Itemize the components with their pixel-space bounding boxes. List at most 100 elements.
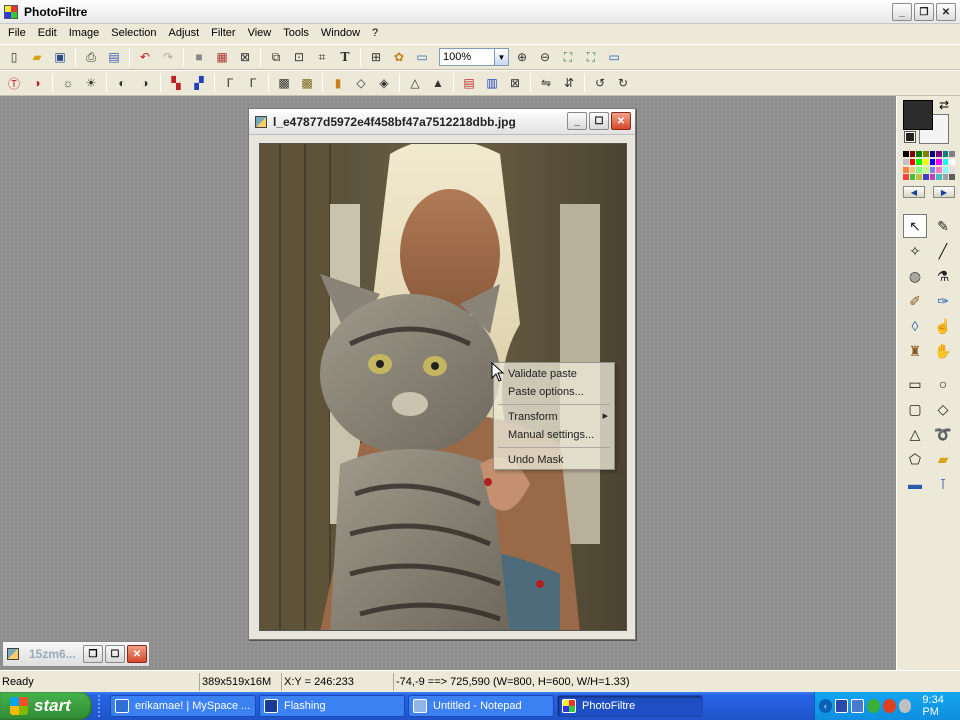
- palette-prev-icon[interactable]: ◀: [903, 186, 925, 198]
- line-tool-icon[interactable]: ╱: [931, 239, 955, 263]
- undo-icon[interactable]: ↶: [135, 47, 155, 67]
- filter-icon[interactable]: ▮: [328, 73, 348, 93]
- auto-contrast-icon[interactable]: ◑: [27, 73, 47, 93]
- menu-selection[interactable]: Selection: [105, 24, 162, 43]
- hand-tool-icon[interactable]: ✋: [931, 339, 955, 363]
- swatch[interactable]: [916, 166, 922, 173]
- rotate-left-icon[interactable]: ↺: [590, 73, 610, 93]
- minimize-button[interactable]: _: [892, 3, 912, 21]
- gradient-icon[interactable]: ▤: [459, 73, 479, 93]
- open-folder-icon[interactable]: ▰: [27, 47, 47, 67]
- crop-icon[interactable]: ⌗: [312, 47, 332, 67]
- swatch[interactable]: [936, 166, 942, 173]
- restore-button[interactable]: ❐: [83, 645, 103, 663]
- menu-image[interactable]: Image: [63, 24, 106, 43]
- swatch[interactable]: [916, 158, 922, 165]
- zoom-select[interactable]: 100% ▼: [439, 48, 509, 66]
- auto-levels-icon[interactable]: Ⓣ: [4, 73, 24, 93]
- text-frame-icon[interactable]: ⧉: [266, 47, 286, 67]
- zoom-in-icon[interactable]: ⊕: [512, 47, 532, 67]
- plugin-icon[interactable]: ✿: [389, 47, 409, 67]
- menu-view[interactable]: View: [242, 24, 278, 43]
- swatch[interactable]: [909, 174, 916, 181]
- swatch[interactable]: [942, 158, 949, 165]
- image-maximize-button[interactable]: ☐: [589, 112, 609, 130]
- ctx-transform[interactable]: Transform ▶: [494, 408, 614, 426]
- swatch[interactable]: [903, 174, 909, 181]
- swatch[interactable]: [916, 174, 922, 181]
- advanced-brush-tool-icon[interactable]: ✑: [931, 289, 955, 313]
- window-icon[interactable]: ▭: [412, 47, 432, 67]
- foreground-color-swatch[interactable]: [903, 100, 933, 130]
- saturation-minus-icon[interactable]: ▚: [166, 73, 186, 93]
- actual-size-icon[interactable]: ⛶: [581, 47, 601, 67]
- close-button[interactable]: ✕: [127, 645, 147, 663]
- swatch[interactable]: [949, 174, 955, 181]
- brightness-minus-icon[interactable]: ☼: [58, 73, 78, 93]
- save-icon[interactable]: ▣: [50, 47, 70, 67]
- ellipse-shape-icon[interactable]: ○: [931, 372, 955, 396]
- contrast-plus-icon[interactable]: ◑: [135, 73, 155, 93]
- gamma-plus-icon[interactable]: Γ: [243, 73, 263, 93]
- rounded-rect-shape-icon[interactable]: ▢: [903, 397, 927, 421]
- fit-window-icon[interactable]: ⛶: [558, 47, 578, 67]
- swatch[interactable]: [903, 158, 909, 165]
- reset-colors-icon[interactable]: [904, 131, 916, 143]
- print-icon[interactable]: ⎙: [81, 47, 101, 67]
- browser-icon[interactable]: ⊞: [366, 47, 386, 67]
- chevron-down-icon[interactable]: ▼: [494, 49, 508, 65]
- swap-colors-icon[interactable]: ⇄: [939, 98, 949, 112]
- magic-wand-tool-icon[interactable]: ✧: [903, 239, 927, 263]
- selection-tool-icon[interactable]: ↖: [903, 214, 927, 238]
- swatch[interactable]: [909, 158, 916, 165]
- image-minimize-button[interactable]: _: [567, 112, 587, 130]
- contrast-minus-icon[interactable]: ◐: [112, 73, 132, 93]
- palette-next-icon[interactable]: ▶: [933, 186, 955, 198]
- minimized-image-window[interactable]: 15zm6... ❐ ☐ ✕: [2, 641, 150, 667]
- zoom-out-icon[interactable]: ⊖: [535, 47, 555, 67]
- tray-network-icon[interactable]: [850, 699, 864, 713]
- task-photofiltre[interactable]: PhotoFiltre: [557, 695, 703, 717]
- ctx-manual-settings[interactable]: Manual settings...: [494, 426, 614, 444]
- image-window-title-bar[interactable]: l_e47877d5972e4f458bf47a7512218dbb.jpg _…: [249, 109, 635, 135]
- soften-icon[interactable]: △: [405, 73, 425, 93]
- tray-app-icon[interactable]: [834, 699, 848, 713]
- sharpen-icon[interactable]: ◈: [374, 73, 394, 93]
- ctx-validate-paste[interactable]: Validate paste: [494, 365, 614, 383]
- swatch[interactable]: [909, 166, 916, 173]
- fullscreen-icon[interactable]: ▭: [604, 47, 624, 67]
- polygon-shape-icon[interactable]: ⬠: [903, 447, 927, 471]
- swatch[interactable]: [936, 151, 942, 157]
- lasso-shape-icon[interactable]: ➰: [931, 422, 955, 446]
- menu-window[interactable]: Window: [315, 24, 366, 43]
- scan-icon[interactable]: ▤: [104, 47, 124, 67]
- swatch[interactable]: [929, 166, 936, 173]
- diamond-shape-icon[interactable]: ◇: [931, 397, 955, 421]
- menu-help[interactable]: ?: [366, 24, 384, 43]
- swatch[interactable]: [903, 166, 909, 173]
- swatch[interactable]: [936, 158, 942, 165]
- tray-expand-icon[interactable]: ‹: [819, 699, 832, 713]
- swatch[interactable]: [929, 151, 936, 157]
- gray-square-icon[interactable]: ■: [189, 47, 209, 67]
- swatch[interactable]: [922, 174, 929, 181]
- swatch[interactable]: [949, 166, 955, 173]
- swatch[interactable]: [922, 166, 929, 173]
- swatch[interactable]: [916, 151, 922, 157]
- stamp-tool-icon[interactable]: ♜: [903, 339, 927, 363]
- ctx-paste-options[interactable]: Paste options...: [494, 383, 614, 401]
- spray-tool-icon[interactable]: ⚗: [931, 264, 955, 288]
- start-button[interactable]: start: [0, 692, 92, 720]
- saturation-plus-icon[interactable]: ▞: [189, 73, 209, 93]
- fill-bucket-tool-icon[interactable]: ◍: [903, 264, 927, 288]
- smudge-tool-icon[interactable]: ☝: [931, 314, 955, 338]
- swatch[interactable]: [942, 151, 949, 157]
- ctx-undo-mask[interactable]: Undo Mask: [494, 451, 614, 469]
- menu-filter[interactable]: Filter: [205, 24, 241, 43]
- menu-adjust[interactable]: Adjust: [163, 24, 206, 43]
- maximize-button[interactable]: ❐: [914, 3, 934, 21]
- flip-vertical-icon[interactable]: ⇵: [559, 73, 579, 93]
- task-myspace[interactable]: erikamae! | MySpace ...: [110, 695, 256, 717]
- flip-horizontal-icon[interactable]: ⇋: [536, 73, 556, 93]
- text-tool-icon[interactable]: T: [335, 47, 355, 67]
